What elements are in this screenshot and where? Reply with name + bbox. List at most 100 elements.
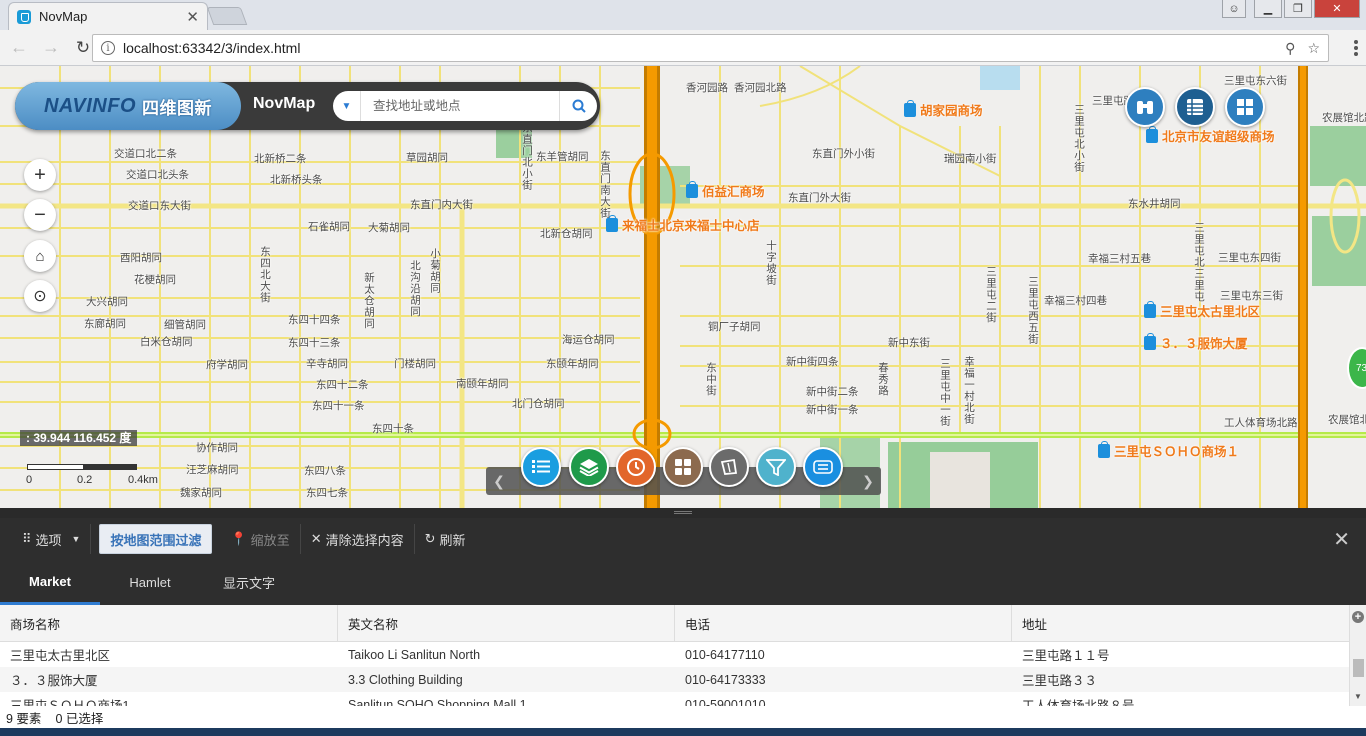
tab-display-text[interactable]: 显示文字 (200, 560, 298, 605)
road-label: 瑞园南小街 (944, 153, 997, 165)
column-header[interactable]: 商场名称 (0, 605, 338, 642)
list-tool-button[interactable] (521, 447, 561, 487)
road-label: 交道口北二条 (114, 148, 177, 160)
coordinate-readout: : 39.944 116.452 度 (20, 430, 138, 446)
address-bar[interactable]: i localhost:63342/3/index.html ⚲ ☆ (92, 34, 1329, 62)
road-label: 三里屯北小街 (1073, 104, 1085, 173)
home-button[interactable]: ⌂ (24, 240, 56, 272)
table-scrollbar[interactable]: + ▼ (1349, 605, 1366, 706)
swap-icon (813, 460, 833, 474)
road-label: 铜厂子胡同 (708, 321, 761, 333)
key-icon[interactable]: ⚲ (1285, 40, 1295, 57)
poi-marker[interactable]: ３．３服饰大厦 (1144, 332, 1248, 352)
measure-tool-button[interactable] (709, 447, 749, 487)
browser-menu-icon[interactable] (1354, 40, 1358, 56)
poi-marker[interactable]: 来福士北京来福士中心店 (606, 214, 760, 234)
browser-tab[interactable]: NovMap ✕ (8, 2, 208, 30)
poi-marker[interactable]: 三里屯太古里北区 (1144, 300, 1260, 320)
filter-tool-button[interactable] (756, 447, 796, 487)
table-row[interactable]: 三里屯太古里北区 Taikoo Li Sanlitun North 010-64… (0, 642, 1349, 667)
table-button[interactable] (1175, 87, 1215, 127)
history-tool-button[interactable] (616, 447, 656, 487)
shopping-bag-icon (686, 180, 698, 198)
basemap-grid-button[interactable] (1225, 87, 1265, 127)
poi-marker[interactable]: 三里屯ＳＯＨＯ商场１ (1098, 440, 1239, 460)
clear-selection-button[interactable]: ✕ 清除选择内容 (301, 524, 415, 554)
tab-title: NovMap (39, 9, 88, 24)
road-label: 北沟沿胡同 (409, 260, 421, 318)
bookmark-star-icon[interactable]: ☆ (1307, 40, 1320, 57)
zoom-in-button[interactable]: + (24, 159, 56, 191)
tab-market[interactable]: Market (0, 560, 100, 605)
location-pin-icon: 📍 (230, 531, 247, 546)
close-panel-icon[interactable]: ✕ (1333, 527, 1350, 552)
tab-close-icon[interactable]: ✕ (186, 8, 199, 26)
binoculars-button[interactable] (1125, 87, 1165, 127)
history-icon (627, 458, 645, 476)
table-row[interactable]: 三里屯ＳＯＨＯ商场1 Sanlitun SOHO Shopping Mall 1… (0, 692, 1349, 706)
selected-count: 0 已选择 (55, 711, 104, 726)
shopping-bag-icon (1098, 440, 1110, 458)
scrollbar-thumb[interactable] (1353, 659, 1364, 677)
filter-by-extent-button[interactable]: 按地图范围过滤 (99, 524, 213, 554)
table-cell: Sanlitun SOHO Shopping Mall 1 (348, 697, 527, 707)
toolstrip-next-icon[interactable]: ❯ (855, 467, 881, 495)
toolstrip-prev-icon[interactable]: ❮ (486, 467, 512, 495)
road-label: 府学胡同 (206, 359, 248, 371)
measure-icon (720, 458, 738, 475)
road-label: 东直门南大街 (599, 150, 611, 219)
map-view[interactable]: 香河园路 香河园北路 交道口北二条 北新桥二条 东羊管胡同 草园胡同 东直门外小… (0, 66, 1366, 508)
road-label: 魏家胡同 (180, 487, 222, 499)
road-label: 门楼胡同 (394, 358, 436, 370)
table-cell: ３．３服饰大厦 (10, 674, 98, 688)
attribute-table-toolbar: ⠿ 选项 ▼ 按地图范围过滤 📍 缩放至 ✕ 清除选择内容 ↻ 刷新 ✕ (0, 518, 1366, 560)
poi-marker[interactable]: 佰益汇商场 (686, 180, 765, 200)
search-scope-dropdown[interactable]: ▼ (333, 91, 361, 121)
navinfo-logo: NAVINFO 四维图新 (15, 82, 241, 130)
column-header[interactable]: 电话 (675, 605, 1012, 642)
road-label: 东颐年胡同 (546, 358, 599, 370)
table-row[interactable]: ３．３服饰大厦 3.3 Clothing Building 010-641733… (0, 667, 1349, 692)
zoom-out-button[interactable]: − (24, 199, 56, 231)
scroll-down-icon[interactable]: ▼ (1354, 692, 1362, 701)
zoom-to-button[interactable]: 📍 缩放至 (220, 524, 301, 554)
road-label: 香河园路 (686, 82, 728, 94)
site-info-icon[interactable]: i (101, 41, 115, 55)
poi-marker[interactable]: 胡家园商场 (904, 99, 983, 119)
shopping-bag-icon (1146, 125, 1158, 143)
road-label: 幸福三村四巷 (1044, 295, 1107, 307)
search-input[interactable] (361, 99, 559, 113)
road-label: 北新仓胡同 (540, 228, 593, 240)
grid-tool-button[interactable] (663, 447, 703, 487)
road-label: 东直门内大街 (410, 199, 473, 211)
list-icon (532, 460, 550, 473)
back-button[interactable]: ← (6, 35, 32, 61)
scale-label: 0.2 (77, 474, 93, 486)
profile-icon[interactable]: ☺ (1222, 0, 1246, 18)
tab-hamlet[interactable]: Hamlet (100, 560, 200, 605)
shopping-bag-icon (1144, 300, 1156, 318)
add-column-icon[interactable]: + (1352, 611, 1364, 623)
minimize-button[interactable]: ▁ (1254, 0, 1282, 18)
maximize-button[interactable]: ❐ (1284, 0, 1312, 18)
close-window-button[interactable]: ✕ (1314, 0, 1360, 18)
road-label: 北门仓胡同 (512, 398, 565, 410)
poi-marker[interactable]: 北京市友谊超级商场 (1146, 125, 1275, 145)
new-tab-button[interactable] (206, 7, 248, 25)
search-button[interactable] (559, 91, 597, 121)
search-box: ▼ (333, 91, 597, 121)
refresh-button[interactable]: ↻ 刷新 (415, 524, 476, 554)
options-menu-button[interactable]: ⠿ 选项 ▼ (0, 524, 92, 554)
locate-button[interactable]: ⊙ (24, 280, 56, 312)
forward-button[interactable]: → (38, 35, 64, 61)
road-label: 辛寺胡同 (306, 358, 348, 370)
grid-menu-icon: ⠿ (22, 531, 32, 546)
column-header[interactable]: 英文名称 (338, 605, 675, 642)
road-label: 细管胡同 (164, 319, 206, 331)
layers-tool-button[interactable] (569, 447, 609, 487)
swap-tool-button[interactable] (803, 447, 843, 487)
road-label: 东廊胡同 (84, 318, 126, 330)
column-header[interactable]: 地址 (1012, 605, 1349, 642)
road-label: 东直门外小街 (812, 148, 875, 160)
panel-splitter[interactable] (0, 508, 1366, 518)
